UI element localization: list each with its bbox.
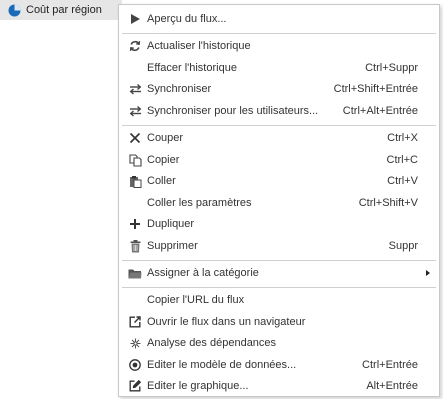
menu-item-label: Coller — [147, 175, 176, 187]
menu-item-label: Analyse des dépendances — [147, 337, 277, 349]
menu-item-shortcut: Ctrl+V — [387, 175, 418, 187]
menu-item-label: Synchroniser pour les utilisateurs... — [147, 105, 319, 117]
menu-item-apercu-du-flux[interactable]: Aperçu du flux... — [119, 9, 439, 30]
menu-item-synchroniser[interactable]: Synchroniser Ctrl+Shift+Entrée — [119, 79, 439, 100]
menu-item-actualiser-historique[interactable]: Actualiser l'historique — [119, 36, 439, 57]
edit-chart-icon — [128, 379, 142, 393]
menu-item-dupliquer[interactable]: Dupliquer — [119, 214, 439, 235]
menu-item-copier-url[interactable]: Copier l'URL du flux — [119, 290, 439, 311]
menu-item-shortcut: Ctrl+C — [386, 154, 418, 166]
menu-item-synchroniser-utilisateurs[interactable]: Synchroniser pour les utilisateurs... Ct… — [119, 101, 439, 122]
menu-item-label: Couper — [147, 132, 184, 144]
menu-separator — [122, 287, 436, 288]
folder-icon — [128, 266, 142, 280]
menu-item-shortcut: Suppr — [388, 240, 418, 252]
menu-separator — [122, 33, 436, 34]
menu-item-label: Supprimer — [147, 240, 198, 252]
pie-chart-icon — [8, 4, 21, 17]
context-menu: Aperçu du flux... Actualiser l'historiqu… — [118, 4, 440, 397]
menu-item-label: Assigner à la catégorie — [147, 267, 259, 279]
menu-item-label: Aperçu du flux... — [147, 13, 227, 25]
menu-item-ouvrir-navigateur[interactable]: Ouvrir le flux dans un navigateur — [119, 312, 439, 333]
tree-item-cout-par-region[interactable]: Coût par région — [0, 0, 122, 20]
menu-item-copier[interactable]: Copier Ctrl+C — [119, 150, 439, 171]
trash-icon — [128, 239, 142, 253]
menu-item-supprimer[interactable]: Supprimer Suppr — [119, 236, 439, 257]
menu-separator — [122, 125, 436, 126]
menu-item-coller[interactable]: Coller Ctrl+V — [119, 171, 439, 192]
dependency-icon — [128, 336, 142, 350]
paste-icon — [128, 174, 142, 188]
copy-icon — [128, 153, 142, 167]
menu-item-label: Copier — [147, 154, 180, 166]
refresh-icon — [128, 39, 142, 53]
menu-item-label: Coller les paramètres — [147, 197, 252, 209]
menu-item-label: Copier l'URL du flux — [147, 294, 245, 306]
sync-arrows-icon — [128, 82, 142, 96]
menu-item-label: Editer le graphique... — [147, 380, 249, 392]
menu-item-label: Effacer l'historique — [147, 62, 237, 74]
tree-item-label: Coût par région — [26, 4, 102, 16]
menu-item-assigner-categorie[interactable]: Assigner à la catégorie — [119, 263, 439, 284]
cut-icon — [128, 131, 142, 145]
menu-item-editer-modele[interactable]: Editer le modèle de données... Ctrl+Entr… — [119, 355, 439, 376]
menu-item-effacer-historique[interactable]: Effacer l'historique Ctrl+Suppr — [119, 58, 439, 79]
menu-item-label: Dupliquer — [147, 218, 195, 230]
menu-item-label: Actualiser l'historique — [147, 40, 251, 52]
menu-item-shortcut: Ctrl+Alt+Entrée — [342, 105, 418, 117]
menu-item-editer-graphique[interactable]: Editer le graphique... Alt+Entrée — [119, 376, 439, 397]
data-model-icon — [128, 358, 142, 372]
menu-item-shortcut: Ctrl+Suppr — [365, 62, 418, 74]
submenu-arrow-icon — [426, 270, 430, 276]
play-icon — [128, 12, 142, 26]
menu-item-shortcut: Ctrl+Shift+V — [358, 197, 418, 209]
menu-item-shortcut: Alt+Entrée — [366, 380, 418, 392]
menu-item-label: Editer le modèle de données... — [147, 359, 297, 371]
menu-item-couper[interactable]: Couper Ctrl+X — [119, 128, 439, 149]
menu-item-shortcut: Ctrl+Entrée — [362, 359, 418, 371]
menu-item-shortcut: Ctrl+Shift+Entrée — [333, 83, 418, 95]
menu-separator — [122, 260, 436, 261]
menu-item-coller-parametres[interactable]: Coller les paramètres Ctrl+Shift+V — [119, 193, 439, 214]
sync-arrows-icon — [128, 104, 142, 118]
plus-icon — [128, 217, 142, 231]
menu-item-shortcut: Ctrl+X — [387, 132, 418, 144]
menu-item-analyse-dependances[interactable]: Analyse des dépendances — [119, 333, 439, 354]
menu-item-label: Ouvrir le flux dans un navigateur — [147, 316, 306, 328]
external-link-icon — [128, 315, 142, 329]
menu-item-label: Synchroniser — [147, 83, 212, 95]
